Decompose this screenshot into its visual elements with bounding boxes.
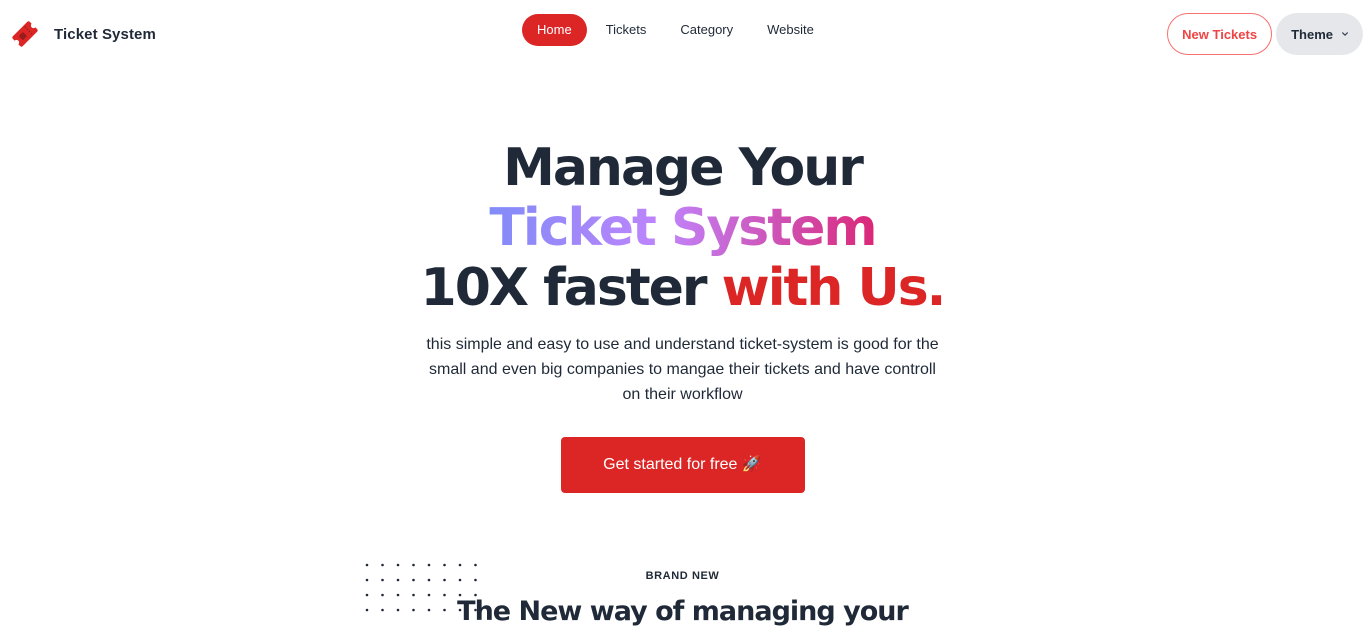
nav-link-category[interactable]: Category — [665, 14, 748, 46]
hero-section: Manage Your Ticket System 10X faster wit… — [0, 138, 1365, 493]
hero-line-1: Manage Your — [503, 138, 864, 198]
nav-link-website[interactable]: Website — [752, 14, 829, 46]
ticket-icon — [12, 21, 38, 47]
new-tickets-button[interactable]: New Tickets — [1167, 13, 1273, 55]
get-started-button[interactable]: Get started for free 🚀 — [560, 437, 805, 493]
hero-line-2: Ticket System — [0, 198, 1365, 258]
brand-link[interactable]: Ticket System — [10, 19, 156, 49]
chevron-down-icon — [1342, 32, 1348, 36]
hero-description: this simple and easy to use and understa… — [426, 336, 939, 403]
nav-link-home[interactable]: Home — [522, 14, 587, 46]
navbar: Ticket System Home Tickets Category Webs… — [0, 0, 1365, 66]
brand-name: Ticket System — [54, 25, 156, 43]
hero-heading: Manage Your Ticket System 10X faster wit… — [0, 138, 1365, 318]
hero-line-3: 10X faster with Us. — [0, 258, 1365, 318]
hero-red-text: with Us. — [721, 258, 947, 318]
theme-dropdown-button[interactable]: Theme — [1276, 13, 1363, 55]
section-title: The New way of managing your — [457, 596, 909, 627]
hero-dark-text: 10X faster — [420, 258, 708, 318]
nav-actions: New Tickets Theme — [1167, 13, 1363, 55]
main-nav: Home Tickets Category Website — [522, 14, 833, 46]
hero-gradient-text: Ticket System — [489, 198, 877, 258]
nav-link-tickets[interactable]: Tickets — [591, 14, 662, 46]
new-tickets-label: New Tickets — [1182, 26, 1258, 42]
section-kicker: BRAND NEW — [645, 570, 720, 582]
theme-label: Theme — [1291, 26, 1333, 42]
